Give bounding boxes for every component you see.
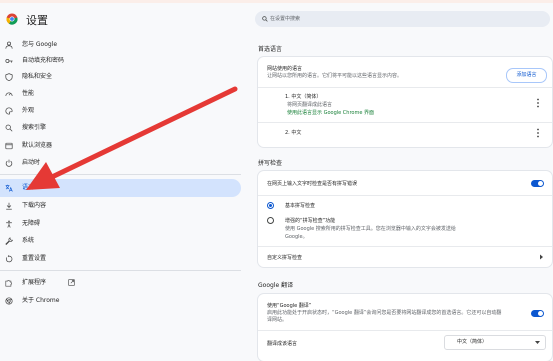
- top-strip: [0, 0, 553, 3]
- download-icon: [6, 202, 12, 210]
- languages-card-desc: 让网站以您所用的语言。它们将平可能以这些语言显示内容。: [267, 73, 403, 79]
- palette-icon: [5, 107, 13, 115]
- sidebar-item-appearance[interactable]: 外观: [0, 102, 241, 120]
- sidebar-item-label: 隐私和安全: [22, 73, 53, 80]
- key-icon: [5, 59, 13, 63]
- custom-spell-check-link[interactable]: 自定义拼写检查: [267, 254, 302, 261]
- spell-check-basic-label: 基本拼写检查: [285, 203, 316, 209]
- reset-icon: [5, 255, 13, 263]
- card-divider: [258, 87, 552, 88]
- sidebar-item-on-startup[interactable]: 启动时: [0, 154, 241, 172]
- sidebar-item-label: 搜索引擎: [22, 124, 47, 131]
- spell-check-basic-radio[interactable]: [267, 202, 274, 209]
- section-title-spell-check: 拼写检查: [258, 160, 283, 167]
- add-language-button[interactable]: 添加语言: [506, 68, 547, 83]
- translate-toggle-desc: 启用此功能处于开启状态时，“Google 翻译”会询问您是否要将网站翻译成您的首…: [267, 310, 502, 316]
- sidebar-item-system[interactable]: 系统: [0, 232, 241, 250]
- spell-check-enhanced-title: 增强的“拼写检查”功能: [285, 218, 336, 224]
- browser-icon: [5, 142, 13, 150]
- sidebar-item-languages[interactable]: 语言: [0, 179, 241, 197]
- sidebar-divider: [0, 174, 241, 175]
- language-1-note: 将网页翻译成此语言: [287, 102, 333, 108]
- sidebar-item-label: 默认浏览器: [22, 142, 53, 149]
- section-title-preferred-languages: 首选语言: [258, 46, 283, 53]
- sidebar-item-label: 系统: [22, 237, 35, 244]
- sidebar-item-accessibility[interactable]: 无障碍: [0, 215, 241, 233]
- sidebar-divider: [0, 270, 241, 271]
- section-title-google-translate: Google 翻译: [258, 282, 294, 289]
- google-translate-card: 使用“Google 翻译” 启用此功能处于开启状态时，“Google 翻译”会询…: [258, 294, 552, 361]
- sidebar-item-label: 外观: [22, 107, 35, 114]
- page-title: 设置: [26, 14, 48, 27]
- spell-check-enhanced-desc-2: Google。: [285, 234, 308, 240]
- search-input[interactable]: 在设置中搜索: [255, 11, 550, 27]
- spell-check-toggle[interactable]: [531, 180, 544, 187]
- shield-icon: [5, 73, 13, 81]
- search-placeholder: 在设置中搜索: [270, 16, 301, 22]
- languages-card-title: 网站使用的语言: [267, 66, 303, 72]
- card-divider: [258, 246, 552, 247]
- sidebar-item-privacy[interactable]: 隐私和安全: [0, 68, 241, 86]
- sidebar-item-downloads[interactable]: 下载内容: [0, 197, 241, 215]
- sidebar-item-about-chrome[interactable]: 关于 Chrome: [0, 292, 241, 310]
- sidebar-item-default-browser[interactable]: 默认浏览器: [0, 137, 241, 155]
- speedometer-icon: [5, 92, 13, 97]
- sidebar-item-label: 重置设置: [22, 255, 47, 262]
- power-icon: [5, 159, 13, 167]
- sidebar-item-label: 启动时: [22, 159, 41, 166]
- search-icon: [262, 16, 268, 22]
- preferred-languages-card: 网站使用的语言 让网站以您所用的语言。它们将平可能以这些语言显示内容。 添加语言…: [258, 57, 552, 147]
- chrome-icon: [5, 297, 13, 305]
- sidebar-item-label: 无障碍: [22, 220, 41, 227]
- spell-check-toggle-label: 在网页上输入文字时检查是否有拼写错误: [267, 181, 358, 187]
- chevron-down-icon: [535, 341, 540, 344]
- sidebar-item-label: 扩展程序: [22, 279, 47, 286]
- accessibility-icon: [6, 220, 12, 228]
- search-icon: [5, 124, 13, 132]
- card-divider: [258, 195, 552, 196]
- more-options-icon[interactable]: [536, 128, 540, 138]
- puzzle-icon: [5, 279, 13, 287]
- wrench-icon: [5, 237, 13, 245]
- language-2-name: 2. 中文: [285, 130, 302, 136]
- person-icon: [5, 41, 13, 49]
- language-1-name: 1. 中文（简体）: [285, 94, 322, 100]
- more-options-icon[interactable]: [536, 98, 540, 108]
- translate-icon: [5, 184, 13, 192]
- chevron-right-icon: [540, 254, 543, 260]
- translate-target-label: 翻译成该语言: [267, 341, 298, 347]
- spell-check-enhanced-desc: 使用 Google 搜索所用的拼写检查工具。您在浏览器中输入的文字会被发送给: [285, 226, 456, 232]
- sidebar-item-search-engine[interactable]: 搜索引擎: [0, 119, 241, 137]
- external-link-icon: [68, 279, 75, 286]
- card-divider: [258, 330, 552, 331]
- sidebar-item-performance[interactable]: 性能: [0, 85, 241, 103]
- spell-check-enhanced-radio[interactable]: [267, 217, 274, 224]
- card-divider: [258, 122, 552, 123]
- sidebar-item-extensions[interactable]: 扩展程序: [0, 274, 241, 292]
- translate-toggle-desc-2: 译网站。: [267, 317, 288, 323]
- sidebar-item-label: 语言: [22, 184, 35, 191]
- language-1-display-note: 使用此语言显示 Google Chrome 界面: [287, 110, 375, 116]
- translate-target-select[interactable]: 中文（简体）: [444, 335, 546, 350]
- sidebar-item-label: 关于 Chrome: [22, 297, 60, 304]
- sidebar-item-reset-settings[interactable]: 重置设置: [0, 250, 241, 268]
- chrome-logo-icon: [6, 13, 18, 25]
- sidebar-item-label: 下载内容: [22, 202, 47, 209]
- google-translate-toggle[interactable]: [531, 310, 544, 317]
- spell-check-card: 在网页上输入文字时检查是否有拼写错误 基本拼写检查 增强的“拼写检查”功能 使用…: [258, 171, 552, 267]
- translate-target-value: 中文（简体）: [457, 339, 488, 345]
- translate-toggle-label: 使用“Google 翻译”: [267, 303, 312, 309]
- sidebar-item-label: 性能: [22, 90, 35, 97]
